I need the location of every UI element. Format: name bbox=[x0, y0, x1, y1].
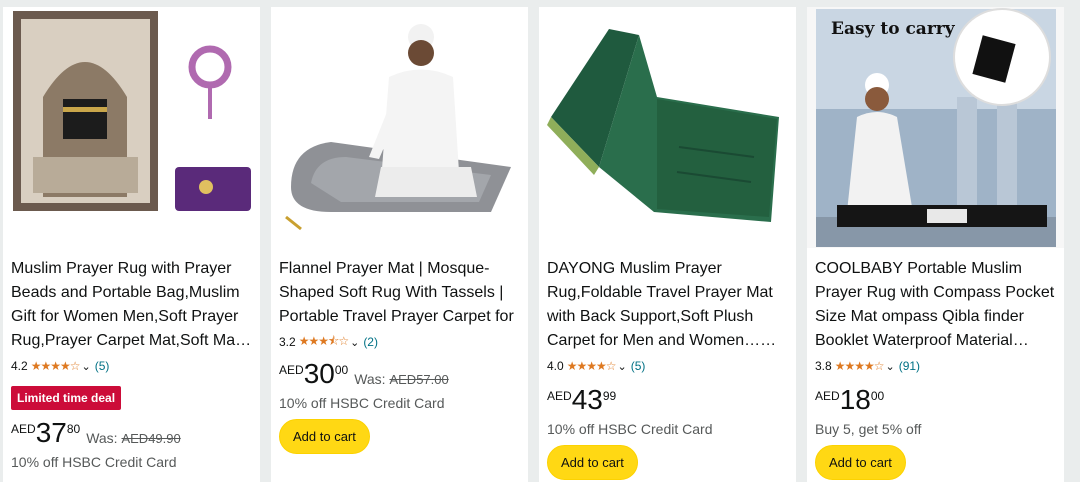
add-to-cart-button[interactable]: Add to cart bbox=[815, 445, 906, 480]
price: AED 43 99 bbox=[547, 385, 790, 417]
product-card: Easy to carry COOLBABY Portable Muslim P… bbox=[807, 7, 1064, 482]
promo-note: 10% off HSBC Credit Card bbox=[547, 421, 713, 437]
add-to-cart-button[interactable]: Add to cart bbox=[547, 445, 638, 480]
product-title[interactable]: Muslim Prayer Rug with Prayer Beads and … bbox=[11, 257, 254, 353]
rating-value: 3.8 bbox=[815, 359, 832, 373]
price: AED 18 00 bbox=[815, 385, 1058, 417]
deal-badge: Limited time deal bbox=[11, 386, 122, 410]
price-whole: 30 bbox=[303, 358, 335, 389]
was-price: Was: AED49.90 bbox=[86, 430, 181, 446]
price-whole: 37 bbox=[35, 417, 67, 448]
rating-row: 4.0 ★★★★☆ ⌄ (5) bbox=[547, 357, 790, 375]
add-to-cart-button[interactable]: Add to cart bbox=[279, 419, 370, 454]
product-image[interactable] bbox=[3, 7, 260, 248]
promo-note: 10% off HSBC Credit Card bbox=[11, 454, 177, 470]
promo-note: 10% off HSBC Credit Card bbox=[279, 395, 445, 411]
price-currency: AED bbox=[279, 363, 304, 377]
product-card: DAYONG Muslim Prayer Rug,Foldable Travel… bbox=[539, 7, 796, 482]
product-title[interactable]: Flannel Prayer Mat | Mosque-Shaped Soft … bbox=[279, 257, 522, 329]
chevron-down-icon[interactable]: ⌄ bbox=[81, 360, 90, 373]
product-card: Muslim Prayer Rug with Prayer Beads and … bbox=[3, 7, 260, 482]
price-currency: AED bbox=[547, 389, 572, 403]
price: AED 37 80 Was: AED49.90 bbox=[11, 418, 254, 450]
was-price-value: AED49.90 bbox=[121, 431, 181, 446]
rating-row: 3.8 ★★★★☆ ⌄ (91) bbox=[815, 357, 1058, 375]
star-rating-icon[interactable]: ★★★★☆ bbox=[567, 359, 617, 373]
chevron-down-icon[interactable]: ⌄ bbox=[350, 336, 359, 349]
review-count-link[interactable]: (5) bbox=[631, 359, 646, 373]
price-fraction: 00 bbox=[334, 363, 349, 377]
price-whole: 18 bbox=[839, 384, 871, 415]
star-rating-icon[interactable]: ★★★⯪☆ bbox=[299, 332, 349, 353]
chevron-down-icon[interactable]: ⌄ bbox=[885, 360, 894, 373]
review-count-link[interactable]: (5) bbox=[95, 359, 110, 373]
price-fraction: 99 bbox=[602, 389, 617, 403]
price-fraction: 80 bbox=[66, 422, 81, 436]
price-currency: AED bbox=[11, 422, 36, 436]
review-count-link[interactable]: (2) bbox=[363, 335, 378, 349]
rating-value: 4.0 bbox=[547, 359, 564, 373]
was-label: Was: bbox=[354, 371, 386, 387]
promo-note: Buy 5, get 5% off bbox=[815, 421, 922, 437]
was-price-value: AED57.00 bbox=[389, 372, 449, 387]
rating-row: 4.2 ★★★★☆ ⌄ (5) bbox=[11, 357, 254, 375]
product-image[interactable] bbox=[539, 7, 796, 248]
review-count-link[interactable]: (91) bbox=[899, 359, 920, 373]
image-caption: Easy to carry bbox=[831, 19, 955, 39]
price-whole: 43 bbox=[571, 384, 603, 415]
product-image[interactable] bbox=[271, 7, 528, 248]
chevron-down-icon[interactable]: ⌄ bbox=[617, 360, 626, 373]
price-fraction: 00 bbox=[870, 389, 885, 403]
product-card: Flannel Prayer Mat | Mosque-Shaped Soft … bbox=[271, 7, 528, 482]
rating-value: 3.2 bbox=[279, 335, 296, 349]
star-rating-icon[interactable]: ★★★★☆ bbox=[835, 359, 885, 373]
price-currency: AED bbox=[815, 389, 840, 403]
rating-row: 3.2 ★★★⯪☆ ⌄ (2) bbox=[279, 333, 522, 351]
was-price: Was: AED57.00 bbox=[354, 371, 449, 387]
was-label: Was: bbox=[86, 430, 118, 446]
product-title[interactable]: DAYONG Muslim Prayer Rug,Foldable Travel… bbox=[547, 257, 790, 353]
price: AED 30 00 Was: AED57.00 bbox=[279, 359, 522, 391]
star-rating-icon[interactable]: ★★★★☆ bbox=[31, 359, 81, 373]
rating-value: 4.2 bbox=[11, 359, 28, 373]
product-title[interactable]: COOLBABY Portable Muslim Prayer Rug with… bbox=[815, 257, 1058, 353]
product-image[interactable]: Easy to carry bbox=[807, 7, 1064, 248]
